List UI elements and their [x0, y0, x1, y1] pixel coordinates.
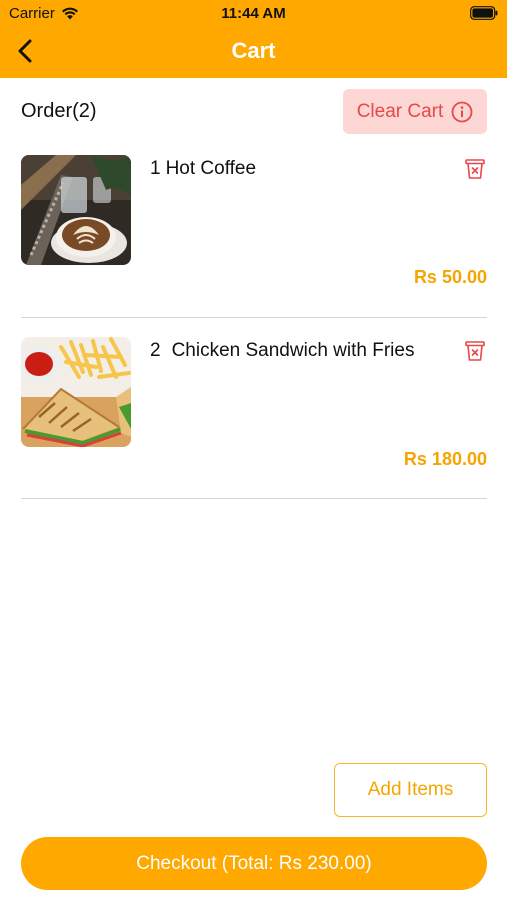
- add-items-button[interactable]: Add Items: [334, 763, 487, 817]
- item-image: [21, 337, 131, 447]
- clear-cart-label: Clear Cart: [356, 100, 444, 122]
- cart-item: 1 Hot Coffee Rs 50.00: [21, 155, 487, 295]
- item-quantity: 2: [150, 340, 161, 361]
- item-title: Hot Coffee: [165, 158, 257, 179]
- info-icon: [451, 101, 473, 122]
- nav-bar: Cart: [0, 30, 507, 74]
- divider: [21, 498, 487, 499]
- page-title: Cart: [231, 38, 276, 63]
- delete-item-icon[interactable]: [463, 339, 487, 363]
- cart-item: 2 Chicken Sandwich with Fries Rs 180.00: [21, 337, 487, 477]
- item-quantity: 1: [150, 158, 161, 179]
- coffee-photo: [21, 155, 131, 265]
- order-count-title: Order(2): [21, 100, 97, 122]
- battery-icon: [470, 6, 498, 20]
- header: Carrier 11:44 AM Cart: [0, 0, 507, 78]
- sandwich-photo: [21, 337, 131, 447]
- clear-cart-button[interactable]: Clear Cart: [343, 89, 487, 134]
- item-image: [21, 155, 131, 265]
- item-title: Chicken Sandwich with Fries: [171, 340, 415, 361]
- item-name: 1 Hot Coffee: [150, 158, 256, 180]
- item-name: 2 Chicken Sandwich with Fries: [150, 340, 414, 362]
- item-price: Rs 180.00: [403, 449, 487, 469]
- cart-screen: Carrier 11:44 AM Cart Order(2) Clear Car…: [0, 0, 507, 900]
- item-price: Rs 50.00: [413, 267, 487, 287]
- status-bar: Carrier 11:44 AM: [0, 0, 507, 28]
- divider: [21, 317, 487, 318]
- status-time: 11:44 AM: [221, 5, 286, 22]
- delete-item-icon[interactable]: [463, 157, 487, 181]
- checkout-button[interactable]: Checkout (Total: Rs 230.00): [21, 837, 487, 890]
